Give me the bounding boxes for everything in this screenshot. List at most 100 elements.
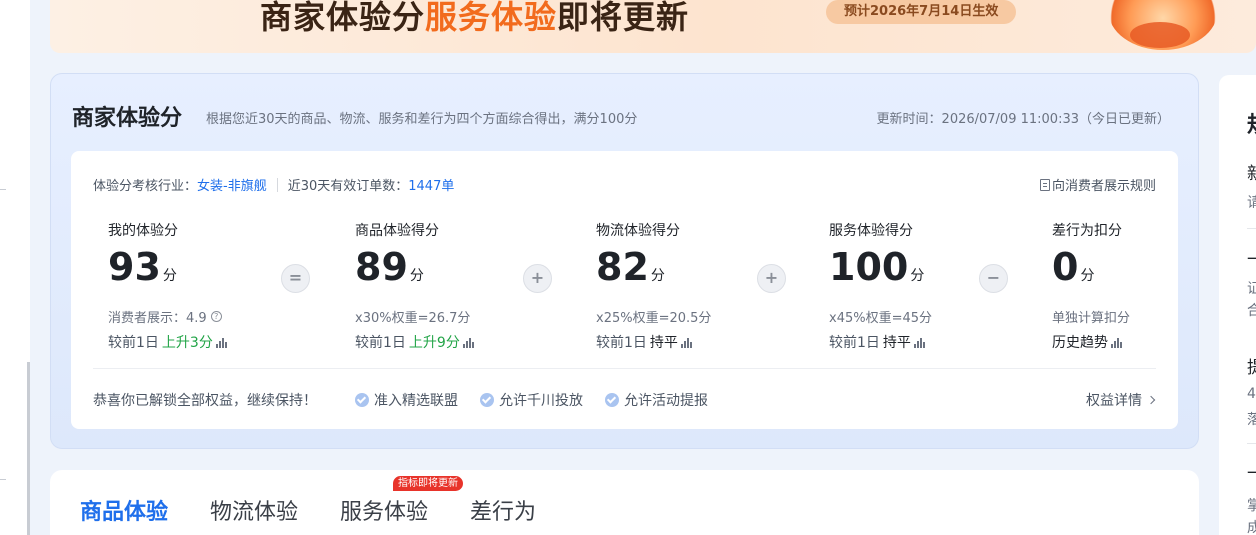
tab-update-badge: 指标即将更新 <box>393 476 463 491</box>
metric-value: 93 分 <box>108 246 227 297</box>
perk-label: 允许千川投放 <box>499 393 583 409</box>
history-trend-link[interactable]: 历史趋势 <box>1052 332 1130 352</box>
metric-sub: 消费者展示：4.9? <box>108 307 227 326</box>
trend-chart-icon <box>680 337 692 348</box>
experience-score-card: 商家体验分 根据您近30天的商品、物流、服务和差行为四个方面综合得出，满分100… <box>50 73 1199 449</box>
score-meta: 体验分考核行业： 女装-非旗舰 近30天有效订单数： 1447单 <box>93 175 454 194</box>
metric-total-score: 我的体验分 93 分 消费者展示：4.9? 较前1日 上升3分 <box>108 220 227 352</box>
metric-trend[interactable]: 较前1日 持平 <box>596 332 711 352</box>
metric-value: 82 分 <box>596 246 711 297</box>
metric-trend[interactable]: 较前1日 上升9分 <box>355 332 474 352</box>
perk-label: 允许活动提报 <box>624 393 708 409</box>
metric-label: 商品体验得分 <box>355 223 439 239</box>
metric-unit: 分 <box>409 268 424 284</box>
metric-label: 差行为扣分 <box>1052 223 1122 239</box>
metric-sub-text: x30%权重=26.7分 <box>355 311 471 326</box>
metric-sub: x25%权重=20.5分 <box>596 307 711 326</box>
trend-prefix: 较前1日 <box>596 335 647 351</box>
consumer-display-rule-link[interactable]: 向消费者展示规则 <box>1039 175 1156 194</box>
right-panel-text: 一 <box>1247 464 1256 484</box>
perks-row: 恭喜你已解锁全部权益，继续保持！ 准入精选联盟 允许千川投放 允许活动提报 <box>93 390 708 410</box>
perk-item: 允许千川投放 <box>480 390 583 410</box>
banner-title-prefix: 商家体验分 <box>260 0 426 36</box>
metric-unit: 分 <box>650 268 665 284</box>
trend-chart-icon <box>215 337 227 348</box>
metric-service-score: 服务体验得分 100 分 x45%权重=45分 较前1日 持平 <box>829 220 932 352</box>
industry-value-link[interactable]: 女装-非旗舰 <box>197 175 267 194</box>
trend-prefix: 较前1日 <box>108 335 159 351</box>
right-panel-text: 新 <box>1247 164 1256 184</box>
banner-effective-date-pill: 预计2026年7月14日生效 <box>826 0 1017 24</box>
right-panel-text: 一 <box>1247 250 1256 270</box>
metric-label: 物流体验得分 <box>596 223 680 239</box>
rule-link-label: 向消费者展示规则 <box>1051 179 1156 194</box>
metric-number: 89 <box>355 245 408 289</box>
right-panel-text: 成 <box>1247 520 1256 535</box>
right-side-panel: 规 新 请 一 证 合 提 4 落 一 掌 成 <box>1219 75 1256 535</box>
score-update-time: 更新时间：2026/07/09 11:00:33（今日已更新） <box>876 112 1170 127</box>
right-panel-divider <box>1247 443 1256 444</box>
perk-detail-link[interactable]: 权益详情 <box>1086 390 1156 410</box>
right-panel-text: 落 <box>1247 412 1256 428</box>
trend-value: 持平 <box>882 335 911 351</box>
perk-label: 准入精选联盟 <box>374 393 458 409</box>
check-icon <box>605 393 619 407</box>
perks-intro: 恭喜你已解锁全部权益，继续保持！ <box>93 393 317 409</box>
metric-label: 我的体验分 <box>108 223 178 239</box>
minus-operator-icon: − <box>979 264 1008 293</box>
scrollbar-thumb[interactable] <box>27 362 30 535</box>
trend-chart-icon <box>462 337 474 348</box>
plus-operator-icon: + <box>757 264 786 293</box>
trend-chart-icon <box>1111 337 1122 348</box>
right-panel-text: 请 <box>1247 195 1256 211</box>
help-icon[interactable]: ? <box>210 311 222 322</box>
metric-number: 0 <box>1052 245 1079 289</box>
meta-separator <box>276 177 278 192</box>
metric-sub-text: x45%权重=45分 <box>829 311 933 326</box>
right-panel-text: 4 <box>1247 386 1256 402</box>
metric-number: 82 <box>596 245 649 289</box>
metric-unit: 分 <box>162 268 177 284</box>
orders-value: 1447单 <box>408 179 455 194</box>
metric-number: 100 <box>829 245 909 289</box>
perk-detail-label: 权益详情 <box>1086 393 1142 409</box>
right-panel-text: 证 <box>1247 281 1256 297</box>
metric-trend[interactable]: 较前1日 持平 <box>829 332 932 352</box>
experience-tabs: 商品体验 物流体验 服务体验 指标即将更新 差行为 <box>50 470 1199 535</box>
tab-bad-behavior[interactable]: 差行为 <box>470 494 536 526</box>
metric-unit: 分 <box>910 268 925 284</box>
tab-service-experience[interactable]: 服务体验 <box>340 494 428 526</box>
announcement-banner[interactable]: 商家体验分服务体验即将更新 预计2026年7月14日生效 <box>50 0 1256 53</box>
metric-value: 89 分 <box>355 246 474 297</box>
chevron-right-icon <box>1146 395 1156 405</box>
right-panel-text: 合 <box>1247 303 1256 319</box>
metric-unit: 分 <box>1080 268 1095 284</box>
banner-decoration-base-icon <box>1130 22 1190 48</box>
trend-value: 历史趋势 <box>1052 335 1108 351</box>
banner-title-highlight: 服务体验 <box>425 0 558 36</box>
tab-product-experience[interactable]: 商品体验 <box>80 494 168 526</box>
trend-prefix: 较前1日 <box>355 335 406 351</box>
metric-sub-text: 单独计算扣分 <box>1052 311 1131 326</box>
metric-sub: x45%权重=45分 <box>829 307 932 326</box>
right-panel-divider <box>1247 228 1256 229</box>
metric-bad-behavior-deduction: 差行为扣分 0分 单独计算扣分 历史趋势 <box>1052 220 1130 352</box>
metric-sub-text: x25%权重=20.5分 <box>596 311 712 326</box>
rail-tick <box>0 189 6 190</box>
metric-sub: 单独计算扣分 <box>1052 307 1130 326</box>
perk-item: 允许活动提报 <box>605 390 708 410</box>
metric-value: 100 分 <box>829 246 932 297</box>
right-panel-text: 掌 <box>1247 498 1256 514</box>
metric-sub: x30%权重=26.7分 <box>355 307 474 326</box>
right-panel-title: 规 <box>1247 107 1256 139</box>
metric-logistics-score: 物流体验得分 82 分 x25%权重=20.5分 较前1日 持平 <box>596 220 711 352</box>
left-rail <box>0 0 30 535</box>
trend-value: 上升3分 <box>161 335 213 351</box>
metric-trend[interactable]: 较前1日 上升3分 <box>108 332 227 352</box>
trend-chart-icon <box>913 337 925 348</box>
banner-title-suffix: 即将更新 <box>557 0 690 36</box>
score-card-title: 商家体验分 <box>72 106 183 131</box>
check-icon <box>480 393 494 407</box>
score-card-description: 根据您近30天的商品、物流、服务和差行为四个方面综合得出，满分100分 <box>206 112 638 127</box>
tab-logistics-experience[interactable]: 物流体验 <box>210 494 298 526</box>
